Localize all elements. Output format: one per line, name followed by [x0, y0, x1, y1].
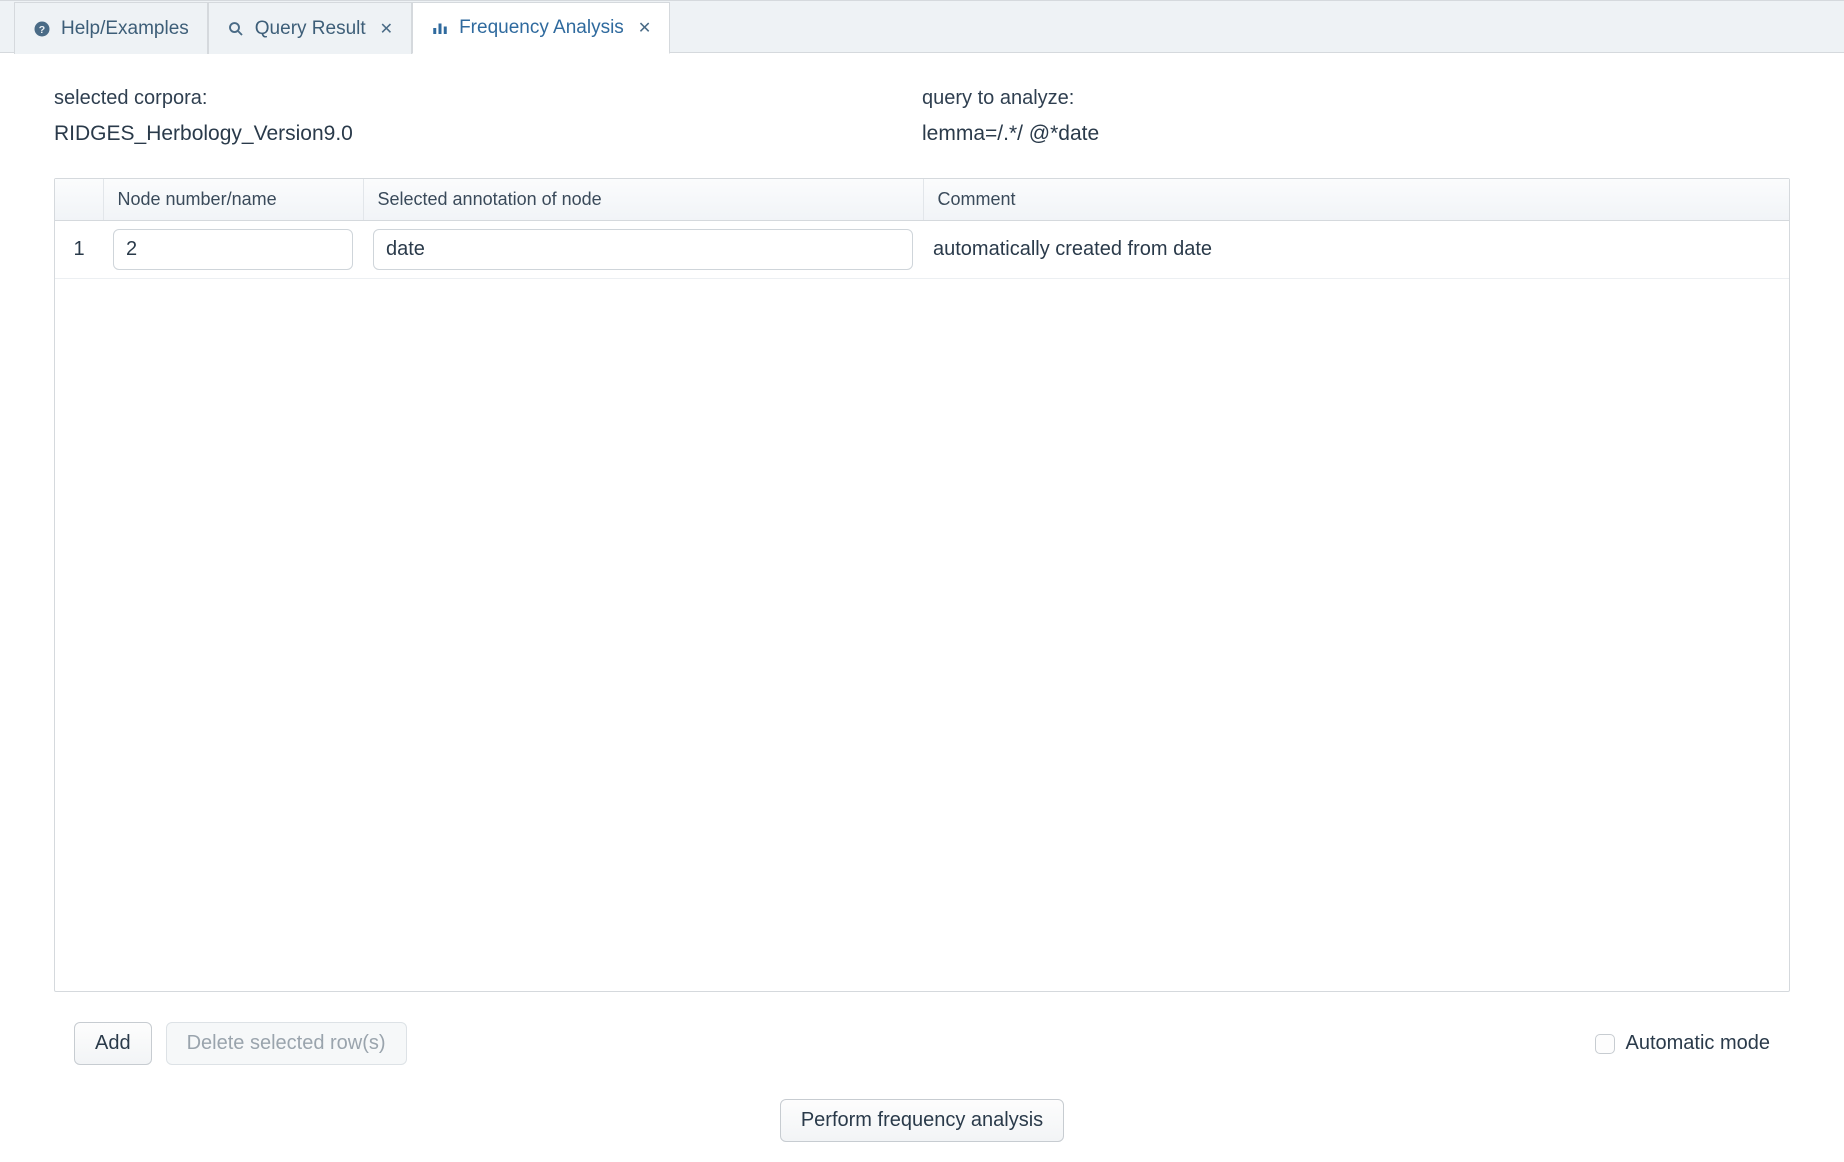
header-annotation: Selected annotation of node [363, 179, 923, 221]
close-icon[interactable]: ✕ [380, 19, 393, 39]
left-controls: Add Delete selected row(s) [74, 1022, 407, 1065]
row-index: 1 [55, 221, 103, 279]
query-label: query to analyze: [922, 87, 1790, 110]
tab-bar: ? Help/Examples Query Result ✕ Frequency… [0, 1, 1844, 53]
row-comment: automatically created from date [923, 221, 1789, 279]
definition-table: Node number/name Selected annotation of … [54, 178, 1790, 992]
help-icon: ? [33, 20, 51, 38]
table-row[interactable]: 1 automatically created from date [55, 221, 1789, 279]
perform-analysis-button[interactable]: Perform frequency analysis [780, 1099, 1064, 1142]
query-column: query to analyze: lemma=/.*/ @*date [922, 87, 1790, 146]
controls-row: Add Delete selected row(s) Automatic mod… [54, 992, 1790, 1065]
tab-help-examples[interactable]: ? Help/Examples [14, 2, 208, 54]
app-frame: ? Help/Examples Query Result ✕ Frequency… [0, 0, 1844, 1162]
table-empty-space [55, 279, 1789, 991]
content-area: selected corpora: RIDGES_Herbology_Versi… [0, 53, 1844, 1142]
node-number-input[interactable] [113, 229, 353, 270]
tab-query-result[interactable]: Query Result ✕ [208, 2, 412, 54]
header-index [55, 179, 103, 221]
corpora-column: selected corpora: RIDGES_Herbology_Versi… [54, 87, 922, 146]
perform-row: Perform frequency analysis [54, 1099, 1790, 1142]
tab-label: Query Result [255, 18, 366, 40]
tab-label: Frequency Analysis [459, 17, 624, 39]
annotation-input[interactable] [373, 229, 913, 270]
delete-rows-button[interactable]: Delete selected row(s) [166, 1022, 407, 1065]
bar-chart-icon [431, 19, 449, 37]
close-icon[interactable]: ✕ [638, 18, 651, 38]
header-comment: Comment [923, 179, 1789, 221]
corpora-value: RIDGES_Herbology_Version9.0 [54, 122, 922, 146]
tab-frequency-analysis[interactable]: Frequency Analysis ✕ [412, 2, 670, 54]
table-header-row: Node number/name Selected annotation of … [55, 179, 1789, 221]
checkbox-icon[interactable] [1595, 1034, 1615, 1054]
corpora-label: selected corpora: [54, 87, 922, 110]
search-icon [227, 20, 245, 38]
query-value: lemma=/.*/ @*date [922, 122, 1790, 146]
meta-row: selected corpora: RIDGES_Herbology_Versi… [54, 87, 1790, 146]
automatic-mode-label: Automatic mode [1625, 1032, 1770, 1055]
automatic-mode-toggle[interactable]: Automatic mode [1595, 1032, 1770, 1055]
header-node: Node number/name [103, 179, 363, 221]
add-button[interactable]: Add [74, 1022, 152, 1065]
svg-text:?: ? [39, 23, 45, 35]
tab-label: Help/Examples [61, 18, 189, 40]
